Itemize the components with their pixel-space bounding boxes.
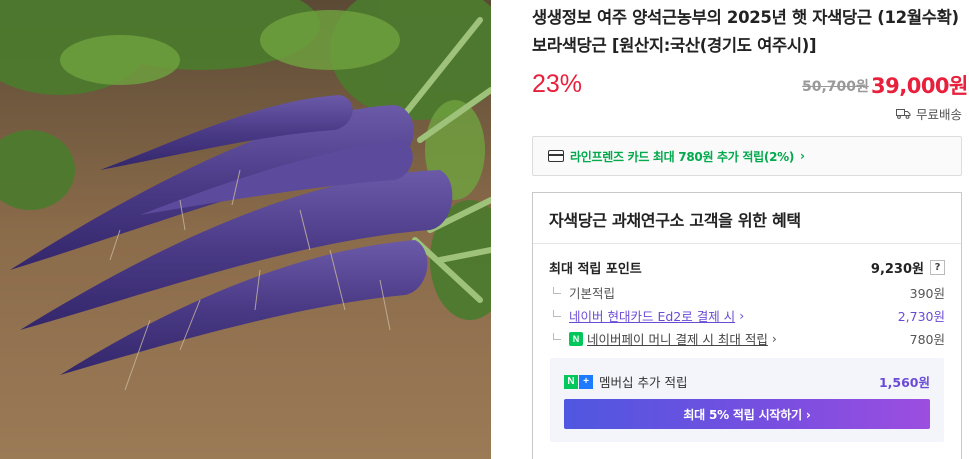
membership-row: N + 멤버십 추가 적립 1,560원 <box>564 372 930 391</box>
card-promo-link[interactable]: 라인프렌즈 카드 최대 780원 추가 적립(2%) › <box>532 136 962 176</box>
sale-price: 39,000원 <box>871 74 968 98</box>
card-promo-text: 라인프렌즈 카드 최대 780원 추가 적립(2%) <box>570 149 795 164</box>
tree-branch-icon <box>553 310 561 317</box>
chevron-right-icon: › <box>771 331 777 346</box>
benefit-panel: 자색당근 과채연구소 고객을 위한 혜택 최대 적립 포인트 9,230원 ? … <box>532 192 962 459</box>
plus-icon: + <box>579 374 593 389</box>
naver-n-icon: N <box>564 374 578 389</box>
base-points-row: 기본적립 390원 <box>549 283 945 302</box>
tree-branch-icon <box>553 333 561 340</box>
hyundai-card-link[interactable]: 네이버 현대카드 Ed2로 결제 시 <box>569 306 735 325</box>
tree-branch-icon <box>553 287 561 294</box>
naverpay-icon: N <box>569 331 583 346</box>
max-points-value: 9,230원 <box>870 262 924 277</box>
base-points-value: 390원 <box>909 286 945 301</box>
truck-icon <box>895 109 911 119</box>
chevron-right-icon: › <box>739 308 745 323</box>
membership-badge-icon: N + <box>564 374 593 389</box>
chevron-right-icon: › <box>800 149 805 163</box>
product-image <box>0 0 491 459</box>
base-points-label: 기본적립 <box>569 286 616 301</box>
membership-box: N + 멤버십 추가 적립 1,560원 최대 5% 적립 시작하기 › <box>550 358 944 442</box>
npay-money-value: 780원 <box>909 332 945 347</box>
shipping-label: 무료배송 <box>915 107 962 122</box>
npay-money-row: N 네이버페이 머니 결제 시 최대 적립 › 780원 <box>549 329 945 348</box>
help-question-icon[interactable]: ? <box>930 260 945 275</box>
benefit-title: 자색당근 과채연구소 고객을 위한 혜택 <box>549 211 801 230</box>
hyundai-card-row: 네이버 현대카드 Ed2로 결제 시 › 2,730원 <box>549 306 945 325</box>
npay-money-link[interactable]: 네이버페이 머니 결제 시 최대 적립 <box>587 329 768 348</box>
hyundai-card-value: 2,730원 <box>897 309 945 324</box>
product-title: 생생정보 여주 양석근농부의 2025년 햇 자색당근 (12월수확)보라색당근… <box>532 8 959 55</box>
shipping-info: 무료배송 <box>895 104 962 123</box>
membership-label: 멤버십 추가 적립 <box>599 375 688 390</box>
max-points-label: 최대 적립 포인트 <box>549 262 642 277</box>
purple-carrot-photo <box>0 0 491 459</box>
membership-value: 1,560원 <box>878 375 930 390</box>
start-membership-button[interactable]: 최대 5% 적립 시작하기 › <box>564 399 930 429</box>
credit-card-icon <box>548 150 564 162</box>
discount-rate: 23% <box>532 70 583 98</box>
original-price: 50,700원 <box>802 79 869 95</box>
divider <box>533 243 961 244</box>
max-points-row: 최대 적립 포인트 9,230원 ? <box>549 258 945 277</box>
